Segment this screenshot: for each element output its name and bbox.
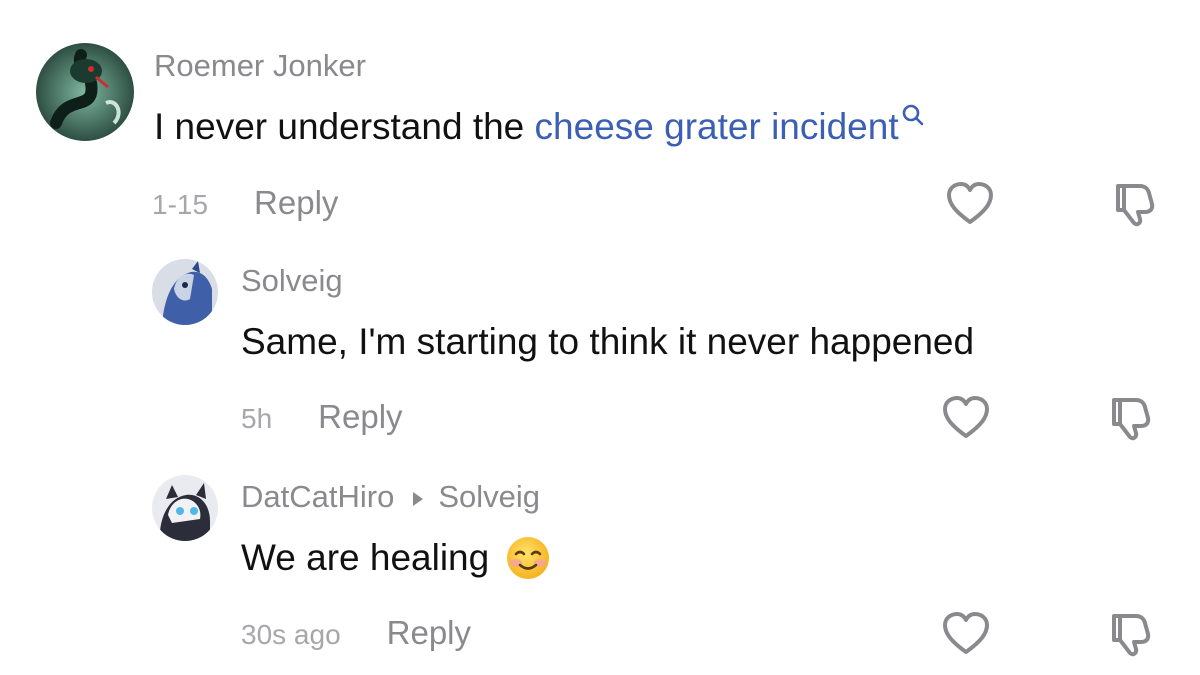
avatar[interactable]	[152, 475, 218, 541]
comment-item: DatCatHiro Solveig We are healing 30s ag…	[0, 0, 1200, 675]
comment-text: We are healing	[241, 535, 551, 581]
comment-author[interactable]: DatCatHiro Solveig	[241, 479, 540, 515]
comment-meta: 30s ago Reply	[241, 614, 471, 652]
author-name[interactable]: DatCatHiro	[241, 479, 394, 515]
reply-to-name[interactable]: Solveig	[438, 479, 540, 515]
smiling-face-emoji-icon	[505, 535, 551, 581]
comment-body: We are healing	[241, 537, 490, 578]
triangle-right-icon	[412, 479, 424, 515]
timestamp: 30s ago	[241, 619, 341, 650]
heart-outline-icon[interactable]	[942, 612, 990, 661]
thumbs-down-outline-icon[interactable]	[1106, 610, 1154, 663]
reply-button[interactable]: Reply	[387, 614, 471, 652]
